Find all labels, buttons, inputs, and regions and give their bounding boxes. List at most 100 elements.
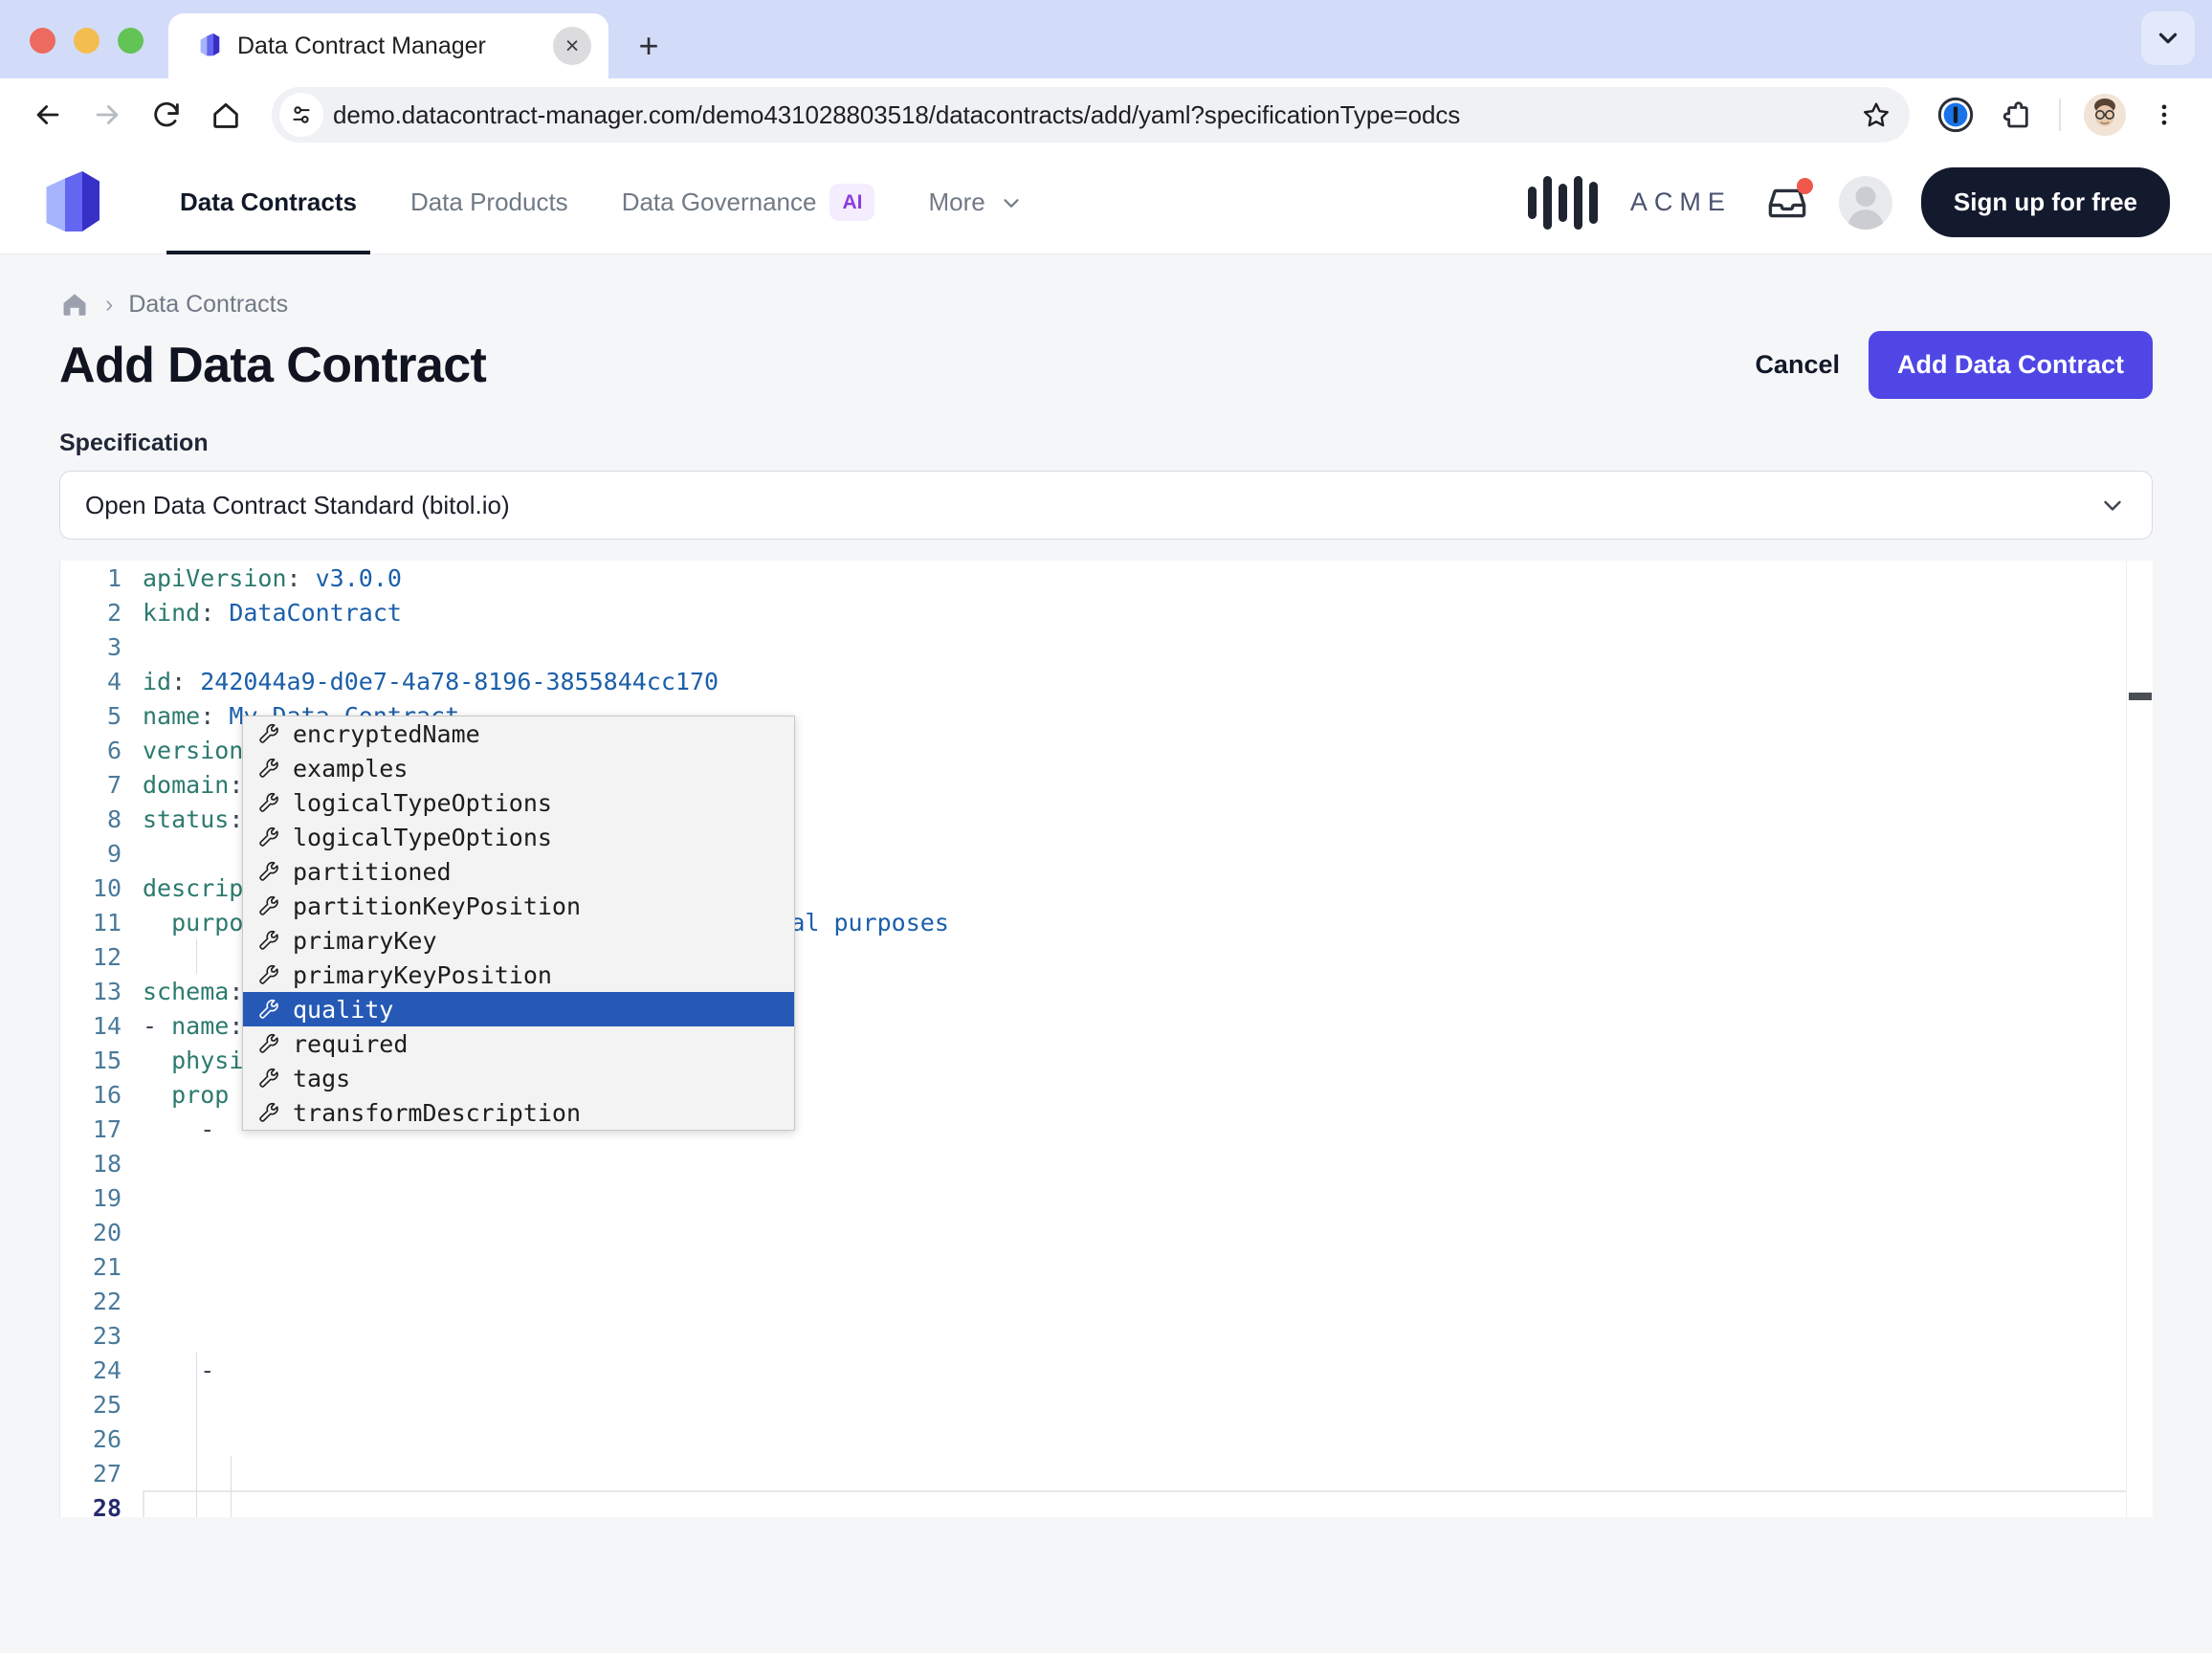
autocomplete-item-label: logicalTypeOptions	[293, 824, 552, 851]
cancel-button[interactable]: Cancel	[1755, 350, 1840, 380]
nav-right-cluster: ACME Sign up for free	[1528, 167, 2170, 237]
browser-tab[interactable]: Data Contract Manager ×	[168, 13, 608, 78]
toolbar-divider	[2059, 99, 2061, 131]
wrench-icon	[256, 859, 281, 884]
autocomplete-item[interactable]: partitioned	[243, 854, 794, 889]
code-line[interactable]: 1apiVersion: v3.0.0	[60, 561, 2153, 595]
close-window-button[interactable]	[30, 28, 55, 54]
new-tab-button[interactable]: +	[624, 21, 674, 71]
add-data-contract-button[interactable]: Add Data Contract	[1869, 331, 2153, 399]
main-content: › Data Contracts Add Data Contract Cance…	[0, 254, 2212, 1653]
autocomplete-item[interactable]: primaryKey	[243, 923, 794, 958]
window-traffic-lights	[0, 28, 168, 78]
code-line[interactable]: 23	[60, 1318, 2153, 1353]
autocomplete-popup[interactable]: encryptedNameexampleslogicalTypeOptionsl…	[242, 716, 795, 1131]
autocomplete-item[interactable]: tags	[243, 1061, 794, 1095]
line-number: 28	[60, 1494, 143, 1518]
extensions-button[interactable]	[1988, 88, 2042, 142]
line-number: 3	[60, 633, 143, 661]
code-line[interactable]: 18	[60, 1146, 2153, 1180]
specification-select[interactable]: Open Data Contract Standard (bitol.io)	[59, 471, 2153, 540]
bookmark-button[interactable]	[1852, 91, 1900, 139]
editor-overview-ruler[interactable]	[2126, 561, 2153, 1517]
reload-button[interactable]	[140, 88, 193, 142]
forward-button[interactable]	[80, 88, 134, 142]
autocomplete-item-label: transformDescription	[293, 1099, 581, 1127]
line-number: 14	[60, 1012, 143, 1040]
code-line[interactable]: 4id: 242044a9-d0e7-4a78-8196-3855844cc17…	[60, 664, 2153, 698]
line-number: 2	[60, 599, 143, 627]
autocomplete-item[interactable]: logicalTypeOptions	[243, 785, 794, 820]
profile-button[interactable]	[2078, 88, 2132, 142]
chevron-down-icon	[2154, 24, 2182, 53]
code-line[interactable]: 3	[60, 629, 2153, 664]
code-text: apiVersion: v3.0.0	[143, 564, 2153, 592]
autocomplete-item-label: tags	[293, 1065, 350, 1092]
data-contract-manager-logo	[42, 168, 105, 237]
nav-item-label: Data Contracts	[180, 187, 357, 217]
nav-item-label: More	[928, 187, 984, 217]
line-number: 1	[60, 564, 143, 592]
line-number: 26	[60, 1425, 143, 1453]
code-line[interactable]: 19	[60, 1180, 2153, 1215]
code-line[interactable]: 26	[60, 1422, 2153, 1456]
site-settings-button[interactable]	[279, 93, 323, 137]
yaml-code-editor[interactable]: 1apiVersion: v3.0.02kind: DataContract34…	[59, 561, 2153, 1517]
header-actions: Cancel Add Data Contract	[1755, 331, 2153, 399]
minimize-window-button[interactable]	[74, 28, 100, 54]
line-number: 27	[60, 1460, 143, 1488]
wrench-icon	[256, 928, 281, 953]
three-dot-menu-icon	[2151, 101, 2178, 128]
specification-label: Specification	[59, 420, 2153, 471]
signup-button[interactable]: Sign up for free	[1921, 167, 2170, 237]
autocomplete-item[interactable]: logicalTypeOptions	[243, 820, 794, 854]
password-manager-button[interactable]	[1929, 88, 1982, 142]
nav-item-data-contracts[interactable]: Data Contracts	[153, 151, 384, 254]
code-line[interactable]: 22	[60, 1284, 2153, 1318]
inbox-button[interactable]	[1764, 180, 1810, 226]
back-button[interactable]	[21, 88, 75, 142]
autocomplete-item[interactable]: quality	[243, 992, 794, 1026]
browser-menu-button[interactable]	[2137, 88, 2191, 142]
tab-search-button[interactable]	[2141, 11, 2195, 65]
code-line[interactable]: 24 -	[60, 1353, 2153, 1387]
chevron-down-icon	[2098, 491, 2127, 519]
line-number: 10	[60, 874, 143, 902]
breadcrumb-item-data-contracts[interactable]: Data Contracts	[128, 291, 288, 319]
url-text: demo.datacontract-manager.com/demo431028…	[333, 100, 1843, 130]
line-number: 25	[60, 1391, 143, 1419]
nav-item-label: Data Products	[410, 187, 568, 217]
autocomplete-item-label: quality	[293, 996, 393, 1024]
close-icon[interactable]: ×	[553, 27, 591, 65]
line-number: 15	[60, 1047, 143, 1074]
code-line[interactable]: 21	[60, 1249, 2153, 1284]
profile-avatar	[2084, 94, 2126, 136]
wrench-icon	[256, 790, 281, 815]
autocomplete-item[interactable]: examples	[243, 751, 794, 785]
autocomplete-item[interactable]: required	[243, 1026, 794, 1061]
avatar[interactable]	[1839, 176, 1892, 230]
page-content: Data Contracts Data Products Data Govern…	[0, 151, 2212, 1653]
code-line[interactable]: 28	[60, 1490, 2153, 1517]
home-icon[interactable]	[59, 289, 90, 320]
nav-item-data-governance[interactable]: Data Governance AI	[595, 151, 902, 254]
nav-item-label: Data Governance	[622, 187, 817, 217]
code-line[interactable]: 27	[60, 1456, 2153, 1490]
puzzle-piece-icon	[1998, 98, 2032, 132]
autocomplete-item-label: primaryKeyPosition	[293, 961, 552, 989]
code-line[interactable]: 25	[60, 1387, 2153, 1422]
line-number: 16	[60, 1081, 143, 1109]
autocomplete-item[interactable]: encryptedName	[243, 716, 794, 751]
code-line[interactable]: 20	[60, 1215, 2153, 1249]
autocomplete-item-label: partitionKeyPosition	[293, 893, 581, 920]
autocomplete-item[interactable]: partitionKeyPosition	[243, 889, 794, 923]
nav-item-more[interactable]: More	[901, 151, 1050, 254]
nav-item-data-products[interactable]: Data Products	[384, 151, 595, 254]
autocomplete-item[interactable]: primaryKeyPosition	[243, 958, 794, 992]
address-bar[interactable]: demo.datacontract-manager.com/demo431028…	[272, 87, 1910, 143]
app-navigation-bar: Data Contracts Data Products Data Govern…	[0, 151, 2212, 254]
home-button[interactable]	[199, 88, 253, 142]
maximize-window-button[interactable]	[118, 28, 144, 54]
autocomplete-item[interactable]: transformDescription	[243, 1095, 794, 1130]
code-line[interactable]: 2kind: DataContract	[60, 595, 2153, 629]
